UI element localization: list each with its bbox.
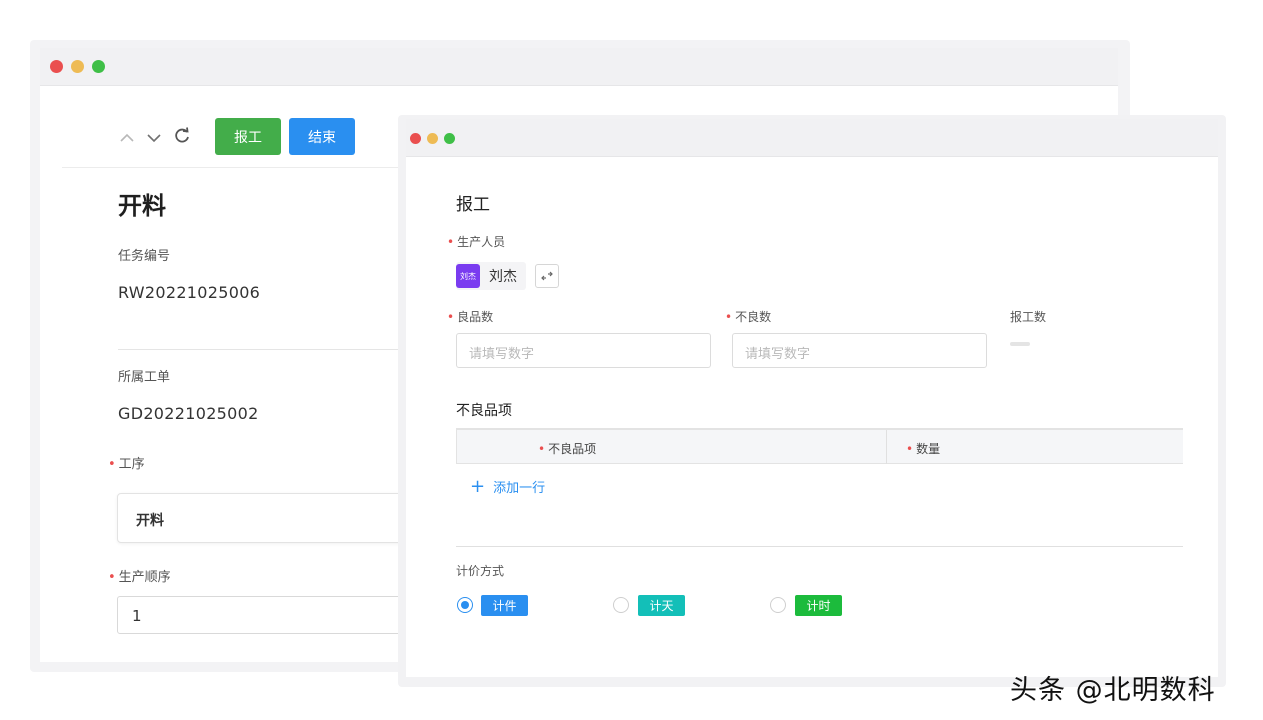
minimize-window-icon[interactable] [71, 60, 84, 73]
work-order-label: 所属工单 [118, 370, 171, 385]
chevron-down-icon[interactable] [146, 128, 162, 149]
sequence-input-value: 1 [132, 607, 142, 625]
process-select-value: 开料 [136, 513, 164, 529]
swap-icon [541, 271, 553, 281]
staff-label: • 生产人员 [447, 233, 505, 250]
process-label-text: 工序 [118, 457, 145, 472]
bad-qty-label: • 不良数 [725, 308, 771, 325]
refresh-icon[interactable] [173, 127, 191, 150]
pricing-time-tag[interactable]: 计时 [795, 595, 842, 616]
required-mark: • [538, 442, 546, 456]
back-window-controls [50, 60, 105, 73]
divider [118, 349, 408, 350]
process-label: • 工序 [108, 453, 145, 472]
maximize-window-icon[interactable] [92, 60, 105, 73]
task-no-label: 任务编号 [118, 249, 171, 264]
chevron-up-icon[interactable] [119, 128, 135, 149]
bad-qty-input[interactable]: 请填写数字 [732, 333, 987, 368]
report-dialog-title: 报工 [456, 195, 490, 215]
process-select[interactable]: 开料 [117, 493, 417, 543]
end-button[interactable]: 结束 [289, 118, 355, 155]
sequence-input[interactable]: 1 [117, 596, 417, 634]
quantity-column-header: • 数量 [906, 440, 940, 457]
minimize-window-icon[interactable] [427, 133, 438, 144]
avatar: 刘杰 [456, 264, 480, 288]
add-row-label: 添加一行 [493, 481, 546, 496]
quantity-column-text: 数量 [916, 442, 941, 456]
required-mark: • [447, 310, 455, 324]
defect-section-title: 不良品项 [456, 403, 512, 419]
close-window-icon[interactable] [50, 60, 63, 73]
defect-item-column-header: • 不良品项 [538, 440, 596, 457]
good-qty-label: • 良品数 [447, 308, 493, 325]
staff-name: 刘杰 [489, 269, 517, 285]
table-column-divider [886, 430, 887, 464]
report-dialog-controls [410, 133, 455, 144]
defect-item-column-text: 不良品项 [548, 442, 597, 456]
bad-qty-label-text: 不良数 [735, 310, 772, 324]
sequence-label: • 生产顺序 [108, 566, 171, 585]
pricing-piece-tag[interactable]: 计件 [481, 595, 528, 616]
good-qty-placeholder: 请填写数字 [469, 347, 535, 362]
swap-staff-button[interactable] [535, 264, 559, 288]
pricing-time-radio[interactable] [770, 597, 786, 613]
close-window-icon[interactable] [410, 133, 421, 144]
report-qty-label: 报工数 [1010, 310, 1047, 324]
pricing-label: 计价方式 [456, 564, 505, 578]
required-mark: • [447, 235, 455, 249]
divider [456, 546, 1183, 547]
sequence-label-text: 生产顺序 [118, 570, 171, 585]
page-title: 开料 [118, 192, 166, 220]
pricing-piece-radio[interactable] [457, 597, 473, 613]
maximize-window-icon[interactable] [444, 133, 455, 144]
report-qty-value-placeholder [1010, 342, 1030, 346]
pricing-day-radio[interactable] [613, 597, 629, 613]
pricing-day-tag[interactable]: 计天 [638, 595, 685, 616]
staff-label-text: 生产人员 [457, 235, 506, 249]
good-qty-label-text: 良品数 [457, 310, 494, 324]
work-order-value: GD20221025002 [118, 404, 259, 423]
good-qty-input[interactable]: 请填写数字 [456, 333, 711, 368]
report-button[interactable]: 报工 [215, 118, 281, 155]
required-mark: • [108, 457, 116, 472]
report-dialog-titlebar [406, 119, 1218, 157]
required-mark: • [906, 442, 914, 456]
plus-icon: + [470, 475, 486, 497]
watermark: 头条 @北明数科 [1010, 675, 1216, 706]
required-mark: • [108, 570, 116, 585]
bad-qty-placeholder: 请填写数字 [745, 347, 811, 362]
required-mark: • [725, 310, 733, 324]
task-no-value: RW20221025006 [118, 283, 261, 302]
add-row-button[interactable]: + 添加一行 [470, 477, 545, 496]
